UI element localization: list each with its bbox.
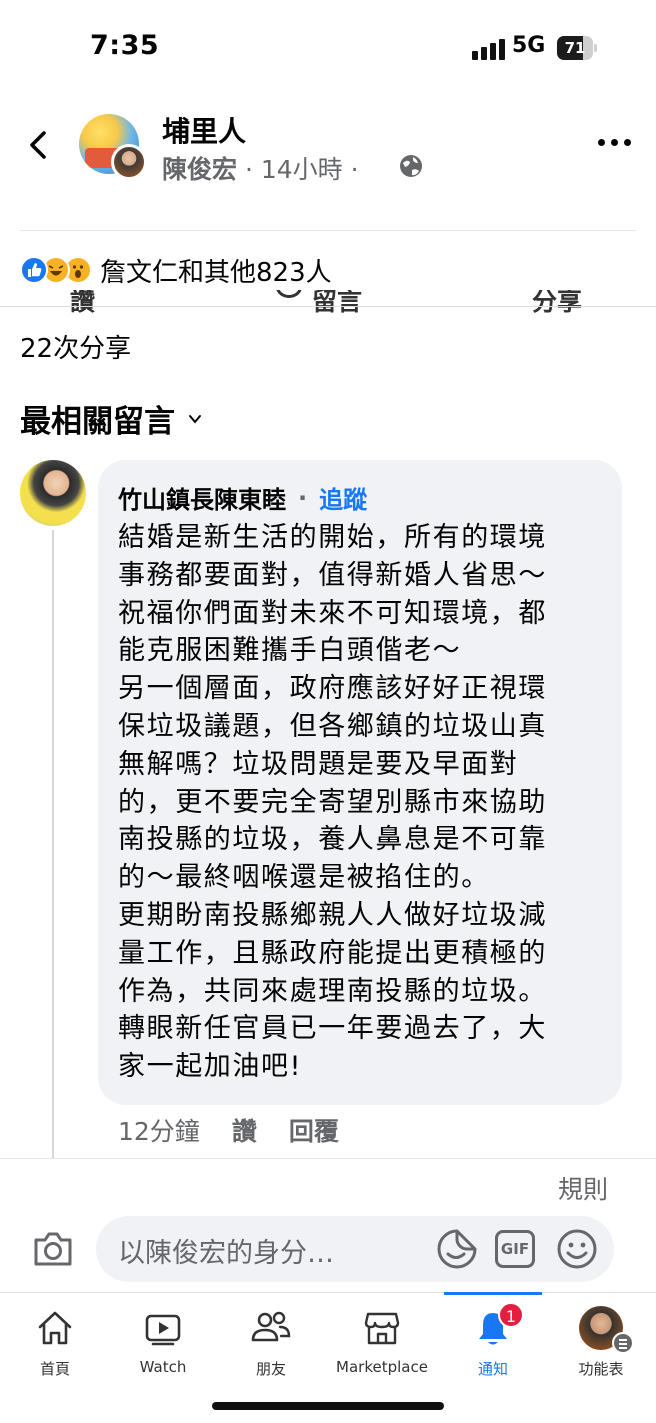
nav-marketplace-label: Marketplace xyxy=(336,1358,428,1376)
chevron-down-icon xyxy=(189,414,201,424)
bottom-nav: 首頁 Watch 朋友 Marketplace 1 通知 功能表 xyxy=(0,1296,656,1386)
follow-button[interactable]: 追蹤 xyxy=(319,480,367,515)
nav-marketplace[interactable]: Marketplace xyxy=(327,1296,437,1386)
friends-icon xyxy=(251,1311,291,1342)
group-name[interactable]: 埔里人 xyxy=(162,110,246,150)
battery-icon: 71 xyxy=(557,36,597,60)
comment-sort-dropdown[interactable]: 最相關留言 xyxy=(20,396,203,441)
home-icon xyxy=(38,1311,72,1345)
comment-bubble: 竹山鎮長陳東睦 · 追蹤 結婚是新生活的開始，所有的環境 事務都要面對，值得新婚… xyxy=(98,460,622,1105)
comment-input[interactable]: 以陳俊宏的身分… xyxy=(96,1216,614,1282)
like-action[interactable]: 讚 xyxy=(70,290,95,314)
reactions-summary[interactable]: 詹文仁和其他823人 xyxy=(20,252,332,288)
comment-reply-button[interactable]: 回覆 xyxy=(289,1112,339,1148)
share-action[interactable]: 分享 xyxy=(491,290,583,314)
nav-friends[interactable]: 朋友 xyxy=(216,1296,326,1386)
nav-watch[interactable]: Watch xyxy=(108,1296,218,1386)
camera-icon[interactable] xyxy=(32,1230,74,1268)
gif-label: GIF xyxy=(500,1240,530,1258)
nav-friends-label: 朋友 xyxy=(255,1360,286,1378)
comment-icon xyxy=(276,290,302,298)
emoji-icon[interactable] xyxy=(556,1228,598,1270)
nav-home-label: 首頁 xyxy=(39,1360,70,1378)
like-action-label: 讚 xyxy=(70,290,96,314)
nav-active-indicator xyxy=(444,1292,542,1295)
author-avatar[interactable] xyxy=(111,144,147,180)
post-action-row: 讚 留言 分享 xyxy=(0,290,656,314)
comment-action[interactable]: 留言 xyxy=(276,290,362,314)
share-action-label: 分享 xyxy=(532,290,583,314)
comment-input-placeholder: 以陳俊宏的身分… xyxy=(118,1238,334,1269)
rules-link[interactable]: 規則 xyxy=(558,1170,608,1206)
nav-watch-label: Watch xyxy=(139,1358,187,1376)
sticker-icon[interactable] xyxy=(436,1228,478,1270)
marketplace-icon xyxy=(364,1312,400,1345)
comment-action-label: 留言 xyxy=(312,290,363,314)
home-indicator xyxy=(212,1402,444,1410)
menu-icon xyxy=(612,1332,634,1354)
meta-separator-2: · xyxy=(350,155,359,184)
comment-like-button[interactable]: 讚 xyxy=(232,1112,257,1148)
nav-notifications-label: 通知 xyxy=(477,1360,508,1378)
notification-badge: 1 xyxy=(498,1302,524,1328)
nav-home[interactable]: 首頁 xyxy=(0,1296,110,1386)
nav-notifications[interactable]: 1 通知 xyxy=(438,1296,548,1386)
nav-menu[interactable]: 功能表 xyxy=(546,1296,656,1386)
commenter-separator: · xyxy=(298,483,308,512)
share-icon xyxy=(491,290,527,298)
divider xyxy=(0,1292,656,1293)
comment-text: 結婚是新生活的開始，所有的環境 事務都要面對，值得新婚人省思～ 祝福你們面對未來… xyxy=(118,522,547,1083)
commenter-avatar[interactable] xyxy=(20,460,86,526)
status-time: 7:35 xyxy=(90,30,160,61)
meta-separator: · xyxy=(244,155,253,184)
watch-icon xyxy=(145,1314,181,1346)
comment-actions: 12分鐘 讚 回覆 xyxy=(118,1112,339,1148)
post-time[interactable]: 14小時 xyxy=(261,155,343,184)
divider xyxy=(0,306,656,307)
back-icon[interactable] xyxy=(22,128,56,162)
comment-time: 12分鐘 xyxy=(118,1117,200,1146)
status-bar: 7:35 5G 71 xyxy=(0,0,656,100)
thread-line xyxy=(52,530,54,1158)
reactions-text: 詹文仁和其他823人 xyxy=(100,257,332,288)
more-options-icon[interactable] xyxy=(598,136,632,150)
shares-count[interactable]: 22次分享 xyxy=(20,328,131,365)
globe-icon xyxy=(400,155,422,177)
gif-icon[interactable]: GIF xyxy=(495,1230,535,1268)
divider xyxy=(20,230,636,231)
post-header: 埔里人 陳俊宏 · 14小時 · 讚 留言 分享 xyxy=(0,100,656,314)
like-reaction-icon xyxy=(20,256,48,284)
network-type: 5G xyxy=(512,33,546,58)
nav-menu-label: 功能表 xyxy=(578,1360,624,1378)
comment-sort-label: 最相關留言 xyxy=(20,404,175,440)
battery-percent: 71 xyxy=(564,39,586,57)
commenter-name[interactable]: 竹山鎮長陳東睦 xyxy=(118,480,286,515)
post-author[interactable]: 陳俊宏 xyxy=(162,155,237,184)
divider xyxy=(0,1158,656,1159)
post-meta: 陳俊宏 · 14小時 · xyxy=(162,150,359,186)
commenter-row: 竹山鎮長陳東睦 · 追蹤 xyxy=(118,480,622,515)
signal-icon xyxy=(472,38,506,60)
